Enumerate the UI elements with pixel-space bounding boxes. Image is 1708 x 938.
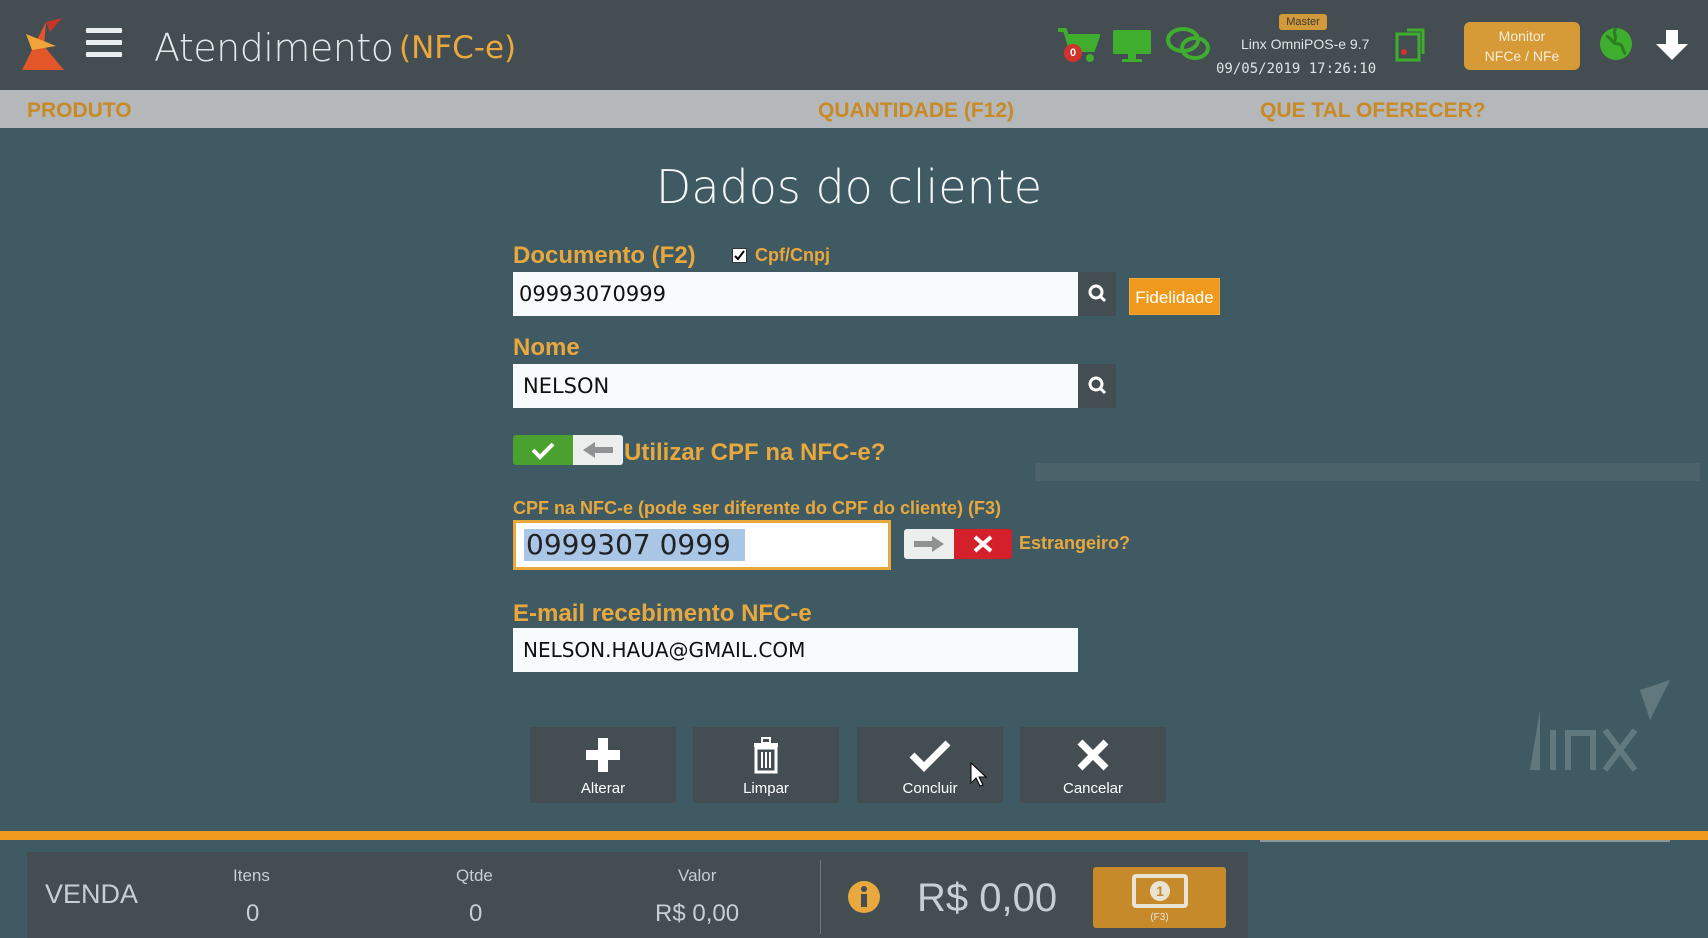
menu-icon[interactable] [86,28,122,60]
linx-logo-icon [22,18,64,70]
monitor-label-line1: Monitor [1498,28,1546,44]
fidelidade-button[interactable]: Fidelidade [1129,278,1220,315]
nome-label: Nome [513,334,580,361]
email-input[interactable]: NELSON.HAUA@GMAIL.COM [513,628,1078,672]
cart-count-badge: 0 [1064,44,1082,62]
check-icon [531,442,555,460]
accent-divider [0,831,1708,840]
close-icon [1077,739,1109,771]
monitor-label-line2: NFCe / NFe [1484,48,1560,64]
cpf-cnpj-label: Cpf/Cnpj [755,245,830,265]
cpf-nfce-selected-text: 0999307 0999 [524,529,745,561]
cpf-cnpj-checkbox[interactable] [732,248,747,263]
linx-watermark-icon [1530,680,1670,772]
cancelar-label: Cancelar [1062,780,1124,797]
user-role-badge: Master [1279,14,1327,30]
pay-button[interactable]: 1 (F3) [1093,867,1226,928]
total-value: R$ 0,00 [917,876,1058,920]
valor-label: Valor [678,866,717,885]
plus-icon [586,738,620,772]
search-icon [1088,376,1107,395]
estrangeiro-toggle[interactable] [904,529,1012,559]
alterar-label: Alterar [580,780,626,797]
x-icon [973,535,993,553]
right-panel-edge [1260,840,1670,850]
document-sync-icon[interactable] [1393,28,1427,64]
sale-summary-panel [27,852,1248,938]
nome-search-button[interactable] [1078,364,1116,408]
cpf-nfce-label: CPF na NFC-e (pode ser diferente do CPF … [513,498,1002,518]
estrangeiro-label: Estrangeiro? [1019,533,1131,553]
toggle-on-segment [513,435,573,465]
arrow-right-icon [914,536,944,552]
app-title: Atendimento [154,26,394,70]
qtde-label: Qtde [456,866,493,885]
valor-value: R$ 0,00 [655,900,740,927]
download-arrow-icon[interactable] [1654,28,1690,62]
column-produto: PRODUTO [27,99,132,122]
dialog-title: Dados do cliente [655,160,1043,214]
documento-search-button[interactable] [1078,272,1116,316]
chat-icon[interactable] [1165,26,1211,64]
venda-label: VENDA [45,879,139,909]
arrow-left-icon [583,442,613,458]
mouse-cursor-icon [970,762,988,787]
qtde-value: 0 [469,900,483,927]
utilizar-cpf-toggle[interactable] [513,435,623,465]
monitor-icon[interactable] [1111,28,1153,64]
system-datetime: 09/05/2019 17:26:10 [1216,61,1377,77]
summary-divider [820,860,821,934]
limpar-label: Limpar [743,780,789,797]
system-name: Linx OmniPOS-e 9.7 [1241,36,1370,52]
globe-icon[interactable] [1598,26,1634,62]
toggle-off-segment [954,529,1012,559]
toggle-knob [904,529,954,559]
banknote-icon: 1 [1132,874,1188,908]
documento-label: Documento (F2) [513,242,696,269]
alterar-button[interactable]: Alterar [530,727,676,803]
pay-shortcut-label: (F3) [1150,912,1169,923]
documento-input[interactable]: 09993070999 [513,272,1078,316]
info-icon[interactable] [846,879,882,915]
checkmark-icon [734,250,745,261]
utilizar-cpf-label: Utilizar CPF na NFC-e? [624,439,886,466]
itens-value: 0 [246,900,260,927]
check-icon [909,740,951,772]
search-icon [1088,284,1107,303]
itens-label: Itens [233,866,270,885]
monitor-nfce-button[interactable]: Monitor NFCe / NFe [1464,22,1580,70]
divider-bar [1035,463,1700,481]
svg-text:1: 1 [1156,883,1164,899]
cancelar-button[interactable]: Cancelar [1020,727,1166,803]
toggle-knob [573,435,623,465]
limpar-button[interactable]: Limpar [693,727,839,803]
nome-input[interactable]: NELSON [513,364,1078,408]
trash-icon [754,737,778,774]
app-subtitle: (NFC-e) [399,30,517,66]
email-label: E-mail recebimento NFC-e [513,600,812,627]
column-oferecer: QUE TAL OFERECER? [1260,99,1486,122]
column-header-bar: PRODUTO QUANTIDADE (F12) QUE TAL OFERECE… [0,90,1708,128]
cpf-nfce-input[interactable]: 0999307 0999 [513,520,891,570]
column-quantidade: QUANTIDADE (F12) [818,99,1015,122]
